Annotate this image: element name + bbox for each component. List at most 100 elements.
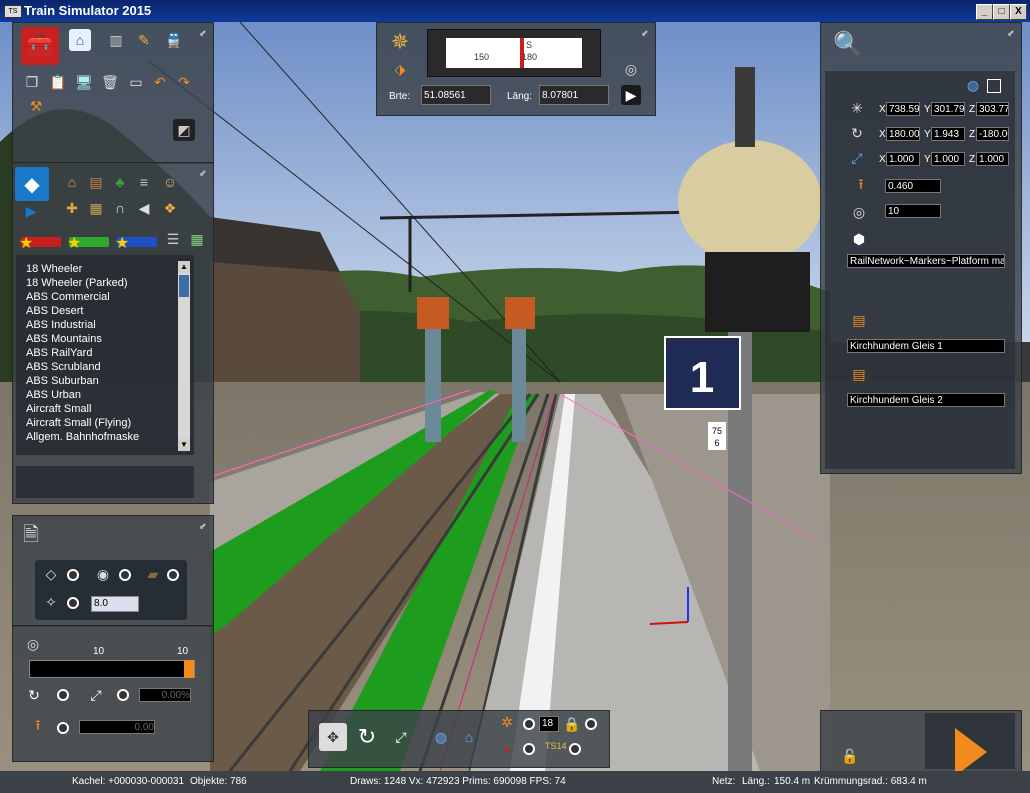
height-field[interactable]: 0.00 — [79, 720, 155, 734]
home-icon[interactable]: ⌂ — [69, 29, 91, 51]
list-item[interactable]: ABS Mountains — [26, 333, 102, 345]
position-x-field[interactable]: 738.590 — [886, 102, 920, 116]
spacing-field[interactable]: 8.0 — [91, 596, 139, 612]
latitude-field[interactable]: 51.08561 — [421, 85, 491, 105]
count-field[interactable]: 10 — [885, 204, 941, 218]
rotation-x-field[interactable]: 180.000 — [886, 127, 920, 141]
ts-radio[interactable] — [569, 743, 581, 755]
trash-icon[interactable]: 🗑 — [99, 71, 121, 93]
network-icon[interactable]: ✲ — [497, 713, 517, 731]
rotation-y-field[interactable]: 1.943 — [931, 127, 965, 141]
asset-list[interactable]: 18 Wheeler 18 Wheeler (Parked) ABS Comme… — [16, 255, 194, 455]
asset-path-field[interactable]: RailNetwork~Markers~Platform marker — [847, 254, 1005, 268]
reset-view-icon[interactable]: ◎ — [621, 59, 641, 79]
scroll-thumb[interactable] — [179, 275, 189, 297]
pin-icon[interactable]: ⬋ — [1007, 29, 1016, 38]
map-icon[interactable]: ⬗ — [389, 59, 411, 79]
list-item[interactable]: Aircraft Small (Flying) — [26, 417, 131, 429]
list-item[interactable]: ABS RailYard — [26, 347, 92, 359]
pin-icon[interactable]: ⬋ — [199, 522, 208, 531]
pin-icon[interactable]: ⬋ — [641, 29, 650, 38]
grid-view-icon[interactable]: ▦ — [189, 231, 205, 247]
scale-x-field[interactable]: 1.000 — [886, 152, 920, 166]
globe-icon[interactable]: ◍ — [429, 725, 453, 749]
list-item[interactable]: ABS Suburban — [26, 375, 99, 387]
cube-icon[interactable]: ◆ — [15, 167, 49, 201]
scale-y-field[interactable]: 1.000 — [931, 152, 965, 166]
paste-icon[interactable]: 📋 — [47, 71, 69, 93]
height-radio[interactable] — [57, 722, 69, 734]
height-offset-field[interactable]: 0.460 — [885, 179, 941, 193]
tool-icon[interactable]: ⚒ — [25, 95, 47, 117]
list-item[interactable]: Aircraft Small — [26, 403, 91, 415]
bridge-icon[interactable]: ∩ — [109, 197, 131, 219]
target-radio[interactable] — [119, 569, 131, 581]
position-y-field[interactable]: 301.799 — [931, 102, 965, 116]
tree-icon[interactable]: ♣ — [109, 171, 131, 193]
unlock-icon[interactable]: 🔓 — [839, 745, 861, 767]
signal-icon[interactable]: ✚ — [61, 197, 83, 219]
list-item[interactable]: 18 Wheeler — [26, 263, 82, 275]
platform-2-field[interactable]: Kirchhundem Gleis 2 — [847, 393, 1005, 407]
pin-icon[interactable]: ⬋ — [199, 29, 208, 38]
fit-view-icon[interactable]: ✥ — [319, 723, 347, 751]
scale-z-field[interactable]: 1.000 — [976, 152, 1009, 166]
small-cube-icon[interactable]: ▶ — [23, 203, 39, 219]
train-icon[interactable]: 🚆 — [163, 29, 185, 51]
play-icon[interactable] — [955, 728, 987, 776]
track-icon[interactable]: ▥ — [105, 29, 127, 51]
brush-scale-slider[interactable] — [29, 660, 195, 678]
camera-icon[interactable]: ▭ — [125, 71, 147, 93]
pin-icon[interactable]: ⬋ — [199, 169, 208, 178]
toolbox-radio[interactable] — [523, 743, 535, 755]
paint-brush-icon[interactable]: ✎ — [133, 29, 155, 51]
global-checkbox[interactable] — [987, 79, 1001, 93]
lock-icon[interactable]: 🔒 — [563, 716, 580, 732]
spacing-radio[interactable] — [67, 597, 79, 609]
list-view-icon[interactable]: ☰ — [165, 231, 181, 247]
scale-view-icon[interactable]: ⤢ — [387, 723, 415, 751]
brush-slider-thumb[interactable] — [184, 660, 194, 678]
house-icon[interactable]: ⌂ — [61, 171, 83, 193]
go-to-location-button[interactable]: ▶ — [621, 85, 641, 105]
close-button[interactable]: X — [1010, 4, 1027, 20]
rotation-z-field[interactable]: -180.000 — [976, 127, 1009, 141]
speaker-icon[interactable]: ◀ — [133, 197, 155, 219]
copy-icon[interactable]: ❐ — [21, 71, 43, 93]
list-item[interactable]: ABS Commercial — [26, 291, 110, 303]
maximize-button[interactable]: □ — [993, 4, 1010, 20]
list-scrollbar[interactable]: ▲ ▼ — [178, 261, 190, 451]
monitor-icon[interactable]: 🖥 — [73, 71, 95, 93]
magnifier-icon[interactable]: 🔍 — [831, 27, 865, 61]
platform-1-field[interactable]: Kirchhundem Gleis 1 — [847, 339, 1005, 353]
scroll-up-icon[interactable]: ▲ — [178, 261, 190, 273]
list-item[interactable]: ABS Scrubland — [26, 361, 101, 373]
person-icon[interactable]: ☺ — [159, 171, 181, 193]
cargo-icon[interactable]: ❖ — [159, 197, 181, 219]
toolbox-icon[interactable]: ◒ — [497, 739, 517, 757]
home-icon[interactable]: ⌂ — [457, 725, 481, 749]
undo-icon[interactable]: ↶ — [149, 71, 171, 93]
plank-radio[interactable] — [167, 569, 179, 581]
toolbox-icon[interactable]: 🧰 — [21, 27, 59, 65]
globe-icon[interactable]: ◍ — [963, 75, 983, 95]
compass-rose-icon[interactable]: ✵ — [385, 27, 415, 57]
brush-icon[interactable]: ◩ — [173, 119, 195, 141]
scale-radio[interactable] — [117, 689, 129, 701]
list-item[interactable]: Allgem. Bahnhofmaske — [26, 431, 139, 443]
lock-radio[interactable] — [585, 718, 597, 730]
flatten-radio[interactable] — [67, 569, 79, 581]
longitude-field[interactable]: 8.07801 — [539, 85, 609, 105]
minimize-button[interactable]: _ — [976, 4, 993, 20]
scroll-down-icon[interactable]: ▼ — [178, 439, 190, 451]
rotate-radio[interactable] — [57, 689, 69, 701]
factory-icon[interactable]: ▤ — [85, 171, 107, 193]
list-item[interactable]: ABS Urban — [26, 389, 81, 401]
rail-icon[interactable]: ≡ — [133, 171, 155, 193]
position-z-field[interactable]: 303.779 — [976, 102, 1009, 116]
rotate-view-icon[interactable]: ↻ — [353, 723, 381, 751]
document-icon[interactable]: 🗎 — [17, 522, 45, 552]
list-item[interactable]: ABS Industrial — [26, 319, 96, 331]
sleepers-icon[interactable]: ▦ — [85, 197, 107, 219]
list-item[interactable]: ABS Desert — [26, 305, 83, 317]
